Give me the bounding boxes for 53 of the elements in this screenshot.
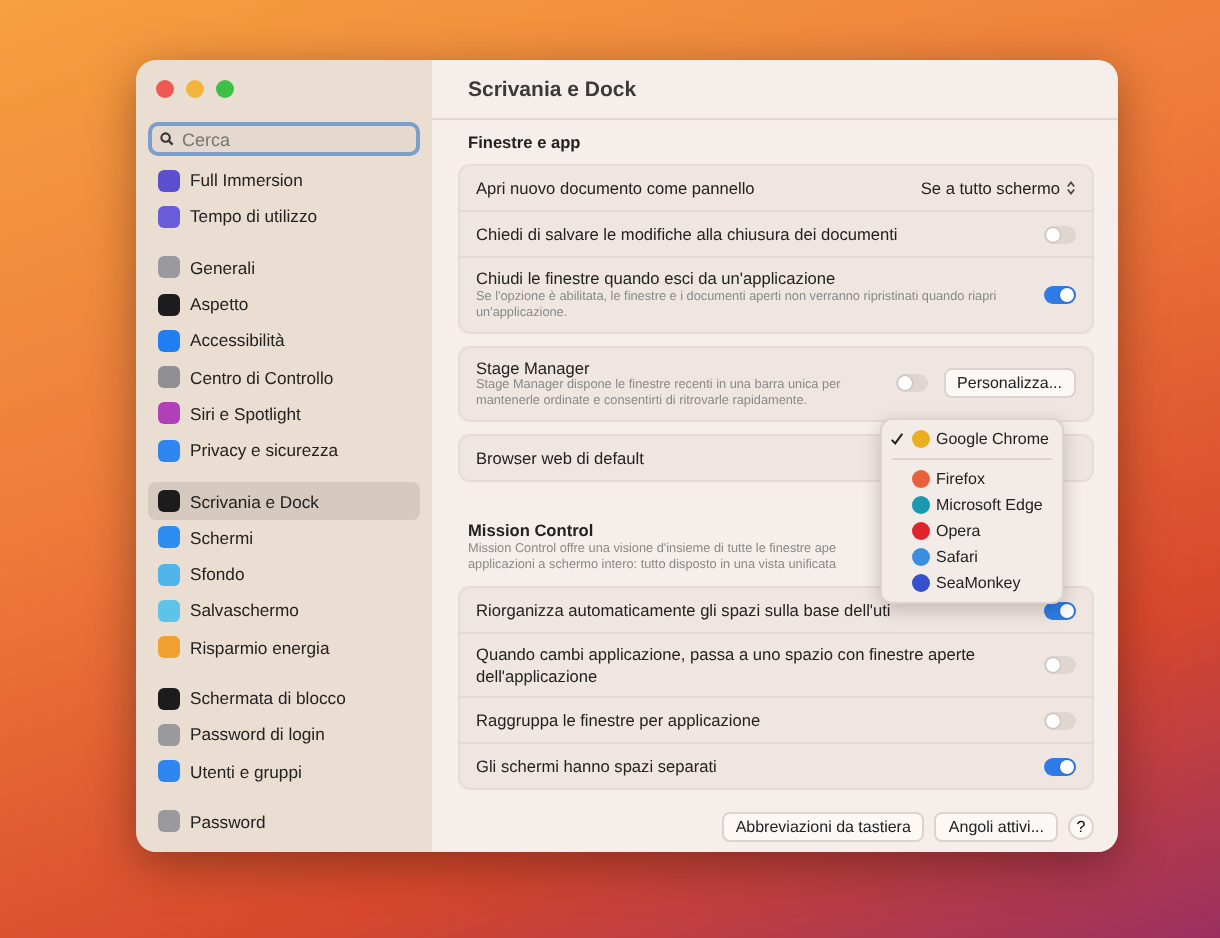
- menu-item[interactable]: Firefox: [882, 466, 1062, 492]
- help-button[interactable]: ?: [1068, 814, 1094, 840]
- sidebar-item[interactable]: Privacy e sicurezza: [148, 432, 420, 469]
- sidebar-item[interactable]: Risparmio energia: [148, 629, 420, 666]
- sidebar-item[interactable]: Full Immersion: [148, 162, 420, 199]
- setting-label: Gli schermi hanno spazi separati: [476, 755, 719, 777]
- setting-label: Chiedi di salvare le modifiche alla chiusura dei documenti: [476, 223, 900, 245]
- toggle-switch[interactable]: [1044, 711, 1076, 729]
- sidebar-item[interactable]: Sfondo: [148, 555, 420, 593]
- setting-label: Stage Manager: [476, 357, 592, 378]
- toggle-switch[interactable]: [1044, 757, 1076, 775]
- sidebar-item[interactable]: Schermata di blocco: [148, 679, 420, 717]
- sidebar-item[interactable]: Accessibilità: [148, 322, 420, 359]
- menu-item[interactable]: Opera: [882, 518, 1062, 544]
- section-heading: Finestre e app: [468, 132, 581, 152]
- toggle-switch[interactable]: [1044, 285, 1076, 304]
- close-button[interactable]: [156, 80, 174, 98]
- setting-label: Riorganizza automaticamente gli spazi sulla base dell'uti: [476, 599, 893, 621]
- footer-button[interactable]: Angoli attivi...: [934, 812, 1058, 842]
- sidebar-item[interactable]: Generali: [148, 249, 420, 286]
- sidebar-item[interactable]: Utenti e gruppi: [148, 752, 420, 790]
- sidebar-item[interactable]: Password: [148, 803, 420, 841]
- menu-item[interactable]: Safari: [882, 544, 1062, 570]
- section-heading: Mission Control: [468, 520, 594, 540]
- zoom-button[interactable]: [216, 80, 234, 98]
- menu-item[interactable]: Google Chrome: [882, 426, 1062, 452]
- sidebar-item[interactable]: Siri e Spotlight: [148, 395, 420, 433]
- minimize-button[interactable]: [186, 80, 204, 98]
- search-field[interactable]: Cerca: [148, 122, 420, 156]
- setting-label: Quando cambi applicazione, passa a uno spazio con finestre aperte dell'applicazione: [476, 644, 978, 686]
- customize-button[interactable]: Personalizza...: [943, 368, 1076, 399]
- sidebar-item[interactable]: Centro di Controllo: [148, 358, 420, 396]
- sidebar-item[interactable]: Salvaschermo: [148, 592, 420, 630]
- toggle-switch[interactable]: [1044, 656, 1076, 674]
- sidebar-item[interactable]: Schermi: [148, 519, 420, 556]
- menu-item[interactable]: SeaMonkey: [882, 570, 1062, 596]
- sidebar-item[interactable]: Aspetto: [148, 285, 420, 323]
- toggle-switch[interactable]: [1044, 225, 1076, 243]
- sidebar-item[interactable]: Tempo di utilizzo: [148, 198, 420, 236]
- menu-item[interactable]: Microsoft Edge: [882, 492, 1062, 518]
- sidebar-item[interactable]: Scrivania e Dock: [148, 482, 420, 520]
- search-icon: [160, 132, 174, 146]
- setting-label: Chiudi le finestre quando esci da un'applicazione: [476, 268, 838, 289]
- sidebar-item[interactable]: Password di login: [148, 716, 420, 753]
- toggle-switch[interactable]: [1044, 601, 1076, 619]
- toggle-switch[interactable]: [895, 374, 928, 393]
- setting-label: Browser web di default: [476, 447, 646, 469]
- chevron-updown-icon: [1066, 180, 1076, 196]
- popup-select[interactable]: Se a tutto schermo: [920, 178, 1076, 198]
- footer-button[interactable]: Abbreviazioni da tastiera: [721, 812, 925, 842]
- setting-label: Apri nuovo documento come pannello: [476, 177, 757, 199]
- setting-label: Raggruppa le finestre per applicazione: [476, 709, 763, 731]
- window-title: Scrivania e Dock: [432, 60, 1118, 120]
